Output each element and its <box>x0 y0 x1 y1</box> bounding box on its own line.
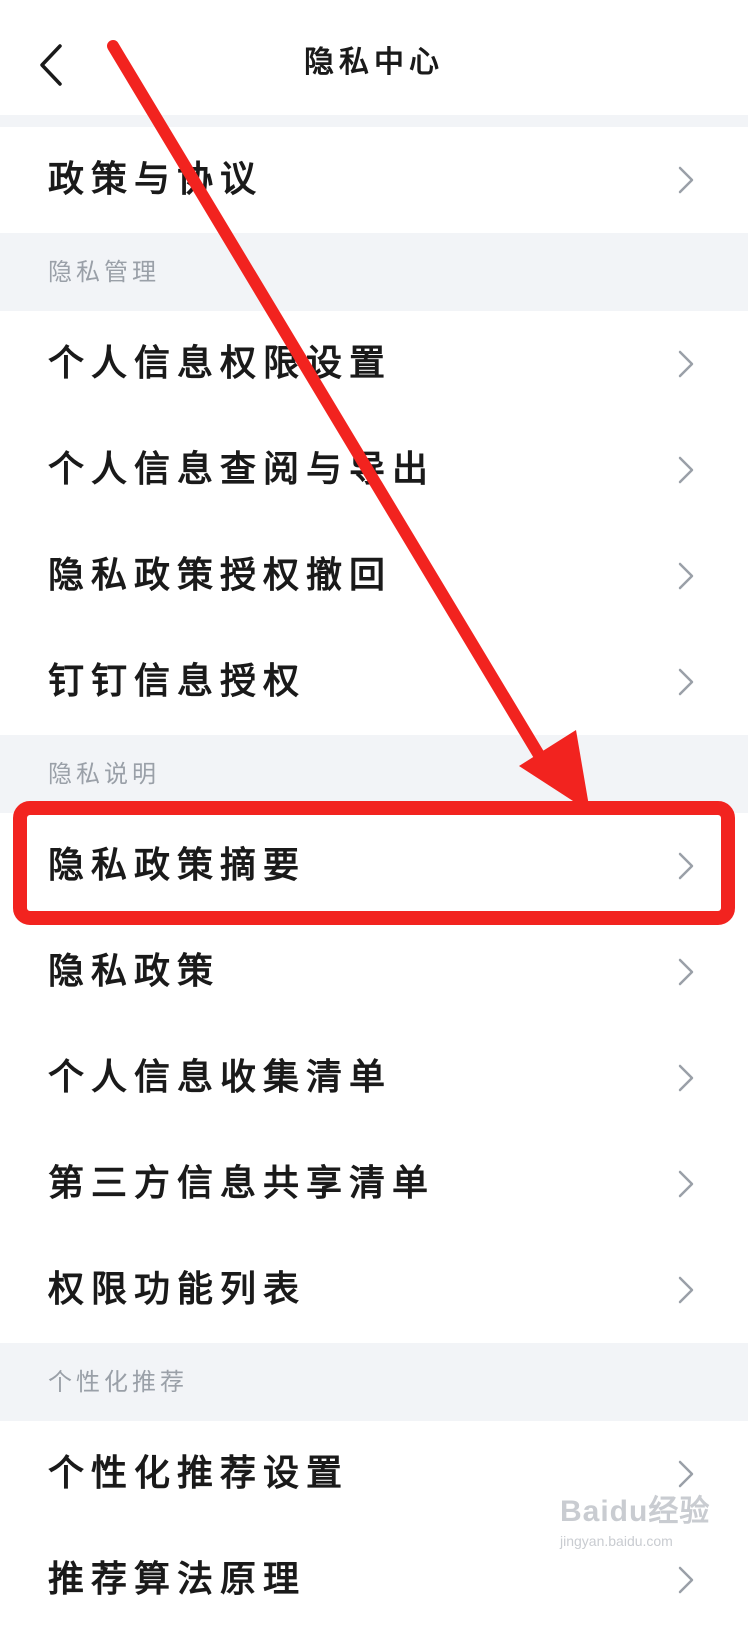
watermark-url: jingyan.baidu.com <box>560 1533 673 1549</box>
row-label: 第三方信息共享清单 <box>48 1163 436 1204</box>
chevron-right-icon <box>678 852 694 880</box>
top-bar: 隐私中心 <box>0 0 748 115</box>
chevron-right-icon <box>678 1170 694 1198</box>
baidu-jingyan-watermark: Baidu经验 jingyan.baidu.com <box>560 1492 740 1592</box>
section-header-personalized-recommendation: 个性化推荐 <box>0 1343 748 1421</box>
chevron-right-icon <box>678 350 694 378</box>
chevron-right-icon <box>678 1064 694 1092</box>
row-permission-list[interactable]: 权限功能列表 <box>0 1237 748 1343</box>
settings-list: 隐私政策摘要 隐私政策 个人信息收集清单 第三方信息共享清单 权限功能列表 <box>0 813 748 1343</box>
row-permission-settings[interactable]: 个人信息权限设置 <box>0 311 748 417</box>
section-label: 隐私说明 <box>48 760 160 788</box>
chevron-right-icon <box>678 456 694 484</box>
row-label: 隐私政策授权撤回 <box>48 555 393 596</box>
row-collection-list[interactable]: 个人信息收集清单 <box>0 1025 748 1131</box>
chevron-right-icon <box>678 958 694 986</box>
page-title: 隐私中心 <box>304 45 444 80</box>
row-label: 权限功能列表 <box>48 1269 307 1310</box>
watermark-logo: Baidu经验 <box>560 1495 711 1528</box>
chevron-right-icon <box>678 166 694 194</box>
row-label: 推荐算法原理 <box>48 1559 307 1600</box>
row-privacy-policy[interactable]: 隐私政策 <box>0 919 748 1025</box>
row-policy-agreement[interactable]: 政策与协议 <box>0 127 748 233</box>
row-label: 钉钉信息授权 <box>48 661 307 702</box>
row-third-party-list[interactable]: 第三方信息共享清单 <box>0 1131 748 1237</box>
row-label: 个性化推荐设置 <box>48 1453 350 1494</box>
chevron-right-icon <box>678 562 694 590</box>
chevron-right-icon <box>678 668 694 696</box>
row-label: 政策与协议 <box>48 159 264 200</box>
chevron-right-icon <box>678 1460 694 1488</box>
section-label: 个性化推荐 <box>48 1368 188 1396</box>
row-label: 个人信息收集清单 <box>48 1057 393 1098</box>
row-policy-summary[interactable]: 隐私政策摘要 <box>0 813 748 919</box>
section-header-privacy-management: 隐私管理 <box>0 233 748 311</box>
row-revoke-authorization[interactable]: 隐私政策授权撤回 <box>0 523 748 629</box>
row-label: 个人信息查阅与导出 <box>48 449 436 490</box>
settings-list: 个人信息权限设置 个人信息查阅与导出 隐私政策授权撤回 钉钉信息授权 <box>0 311 748 735</box>
row-label: 隐私政策 <box>48 951 221 992</box>
section-label: 隐私管理 <box>48 258 160 286</box>
chevron-right-icon <box>678 1276 694 1304</box>
settings-list: 政策与协议 <box>0 127 748 233</box>
row-label: 隐私政策摘要 <box>48 845 307 886</box>
row-view-export[interactable]: 个人信息查阅与导出 <box>0 417 748 523</box>
row-label: 个人信息权限设置 <box>48 343 393 384</box>
section-header-privacy-description: 隐私说明 <box>0 735 748 813</box>
row-dingtalk-authorization[interactable]: 钉钉信息授权 <box>0 629 748 735</box>
